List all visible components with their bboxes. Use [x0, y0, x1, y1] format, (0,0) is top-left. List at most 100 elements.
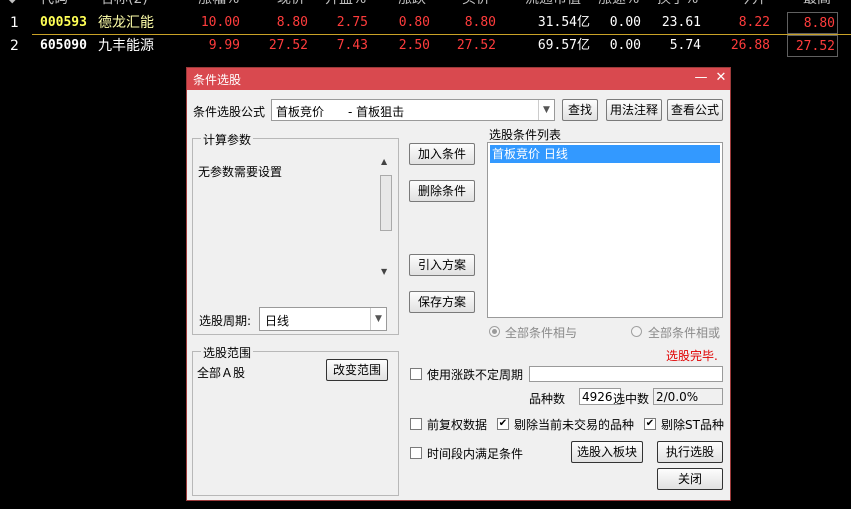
- period-value: 日线: [265, 314, 290, 328]
- high: 27.52: [787, 35, 838, 57]
- col-header-speed[interactable]: 涨速%: [598, 0, 639, 10]
- mcap: 69.57亿: [537, 38, 590, 53]
- pct-change: 10.00: [200, 15, 240, 30]
- turnover: 5.74: [669, 38, 701, 53]
- radio-and[interactable]: [489, 326, 500, 337]
- exclude-untraded-label: 剔除当前未交易的品种: [514, 418, 635, 432]
- add-condition-button[interactable]: 加入条件: [409, 143, 475, 165]
- table-row[interactable]: 2 605090 九丰能源 9.99 27.52 7.43 2.50 27.52…: [0, 35, 851, 57]
- bid: 27.52: [456, 38, 496, 53]
- exclude-untraded-checkbox[interactable]: ✔: [497, 418, 509, 430]
- formula-value: 首板竞价 - 首板狙击: [276, 105, 405, 119]
- row-index: 2: [10, 38, 19, 54]
- condition-select-dialog: 条件选股 — ✕ 条件选股公式 首板竞价 - 首板狙击 ▼ 查找 用法注释 查看…: [186, 67, 731, 501]
- var-period-input[interactable]: [529, 366, 723, 382]
- save-plan-button[interactable]: 保存方案: [409, 291, 475, 313]
- close-icon[interactable]: ✕: [713, 70, 729, 86]
- table-row[interactable]: 1 000593 德龙汇能 10.00 8.80 2.75 0.80 8.80 …: [0, 12, 851, 34]
- minimize-icon[interactable]: —: [693, 70, 709, 86]
- execute-button[interactable]: 执行选股: [657, 441, 723, 463]
- chg: 0.80: [398, 15, 430, 30]
- open-pct: 7.43: [336, 38, 368, 53]
- stock-name: 九丰能源: [98, 38, 154, 54]
- period-select[interactable]: 日线 ▼: [259, 307, 387, 331]
- col-header-name[interactable]: 名称(2): [100, 0, 148, 10]
- scroll-down-icon[interactable]: ▼: [381, 267, 387, 276]
- high: 8.80: [787, 12, 838, 34]
- sort-icon[interactable]: ◆: [8, 0, 16, 10]
- turnover: 23.61: [661, 15, 701, 30]
- col-header-dot: •: [168, 0, 176, 10]
- col-header-chg[interactable]: 涨跌: [398, 0, 426, 10]
- params-text: 无参数需要设置: [198, 165, 283, 179]
- radio-or[interactable]: [631, 326, 642, 337]
- condition-list[interactable]: 首板竞价 日线: [487, 142, 723, 318]
- col-header-open[interactable]: 今开: [738, 0, 766, 10]
- status-text: 选股完毕.: [666, 349, 718, 363]
- usage-notes-button[interactable]: 用法注释: [606, 99, 662, 121]
- find-button[interactable]: 查找: [562, 99, 598, 121]
- delete-condition-button[interactable]: 删除条件: [409, 180, 475, 202]
- range-group-title: 选股范围: [201, 344, 254, 361]
- chg: 2.50: [398, 38, 430, 53]
- pct-change: 9.99: [208, 38, 240, 53]
- dialog-titlebar[interactable]: 条件选股 — ✕: [187, 68, 730, 90]
- var-period-label: 使用涨跌不定周期: [427, 368, 524, 382]
- chevron-down-icon[interactable]: ▼: [538, 100, 554, 120]
- col-header-high[interactable]: 最高: [803, 0, 831, 10]
- range-value: 全部Ａ股: [197, 366, 246, 380]
- import-plan-button[interactable]: 引入方案: [409, 254, 475, 276]
- close-button[interactable]: 关闭: [657, 468, 723, 490]
- col-header-pct[interactable]: 涨幅%: [198, 0, 239, 10]
- selected-field: 2/0.0%: [653, 388, 723, 405]
- dialog-title: 条件选股: [193, 73, 242, 87]
- formula-label: 条件选股公式: [193, 105, 266, 119]
- col-header-open-pct[interactable]: 开盘%: [325, 0, 366, 10]
- chevron-down-icon[interactable]: ▼: [370, 308, 386, 330]
- range-group: 选股范围 全部Ａ股 改变范围: [192, 344, 399, 496]
- stock-code: 605090: [40, 38, 87, 53]
- fq-checkbox[interactable]: [410, 418, 422, 430]
- params-group: 计算参数 无参数需要设置 ▲ ▼ 选股周期: 日线 ▼: [192, 131, 399, 335]
- selected-label: 选中数: [613, 392, 650, 406]
- col-header-price[interactable]: 现价: [277, 0, 305, 10]
- time-period-label: 时间段内满足条件: [427, 447, 524, 461]
- col-header-code[interactable]: 代码: [40, 0, 68, 10]
- params-group-title: 计算参数: [201, 131, 254, 148]
- col-header-bid[interactable]: 买价: [462, 0, 490, 10]
- fq-label: 前复权数据: [427, 418, 488, 432]
- price: 8.80: [276, 15, 308, 30]
- exclude-st-checkbox[interactable]: ✔: [644, 418, 656, 430]
- speed: 0.00: [609, 38, 641, 53]
- speed: 0.00: [609, 15, 641, 30]
- var-period-checkbox[interactable]: [410, 368, 422, 380]
- stock-name: 德龙汇能: [98, 15, 154, 31]
- change-range-button[interactable]: 改变范围: [326, 359, 388, 381]
- price: 27.52: [268, 38, 308, 53]
- scroll-thumb[interactable]: [380, 175, 392, 231]
- count-value: 4926: [582, 390, 613, 404]
- mcap: 31.54亿: [537, 15, 590, 30]
- time-period-checkbox[interactable]: [410, 447, 422, 459]
- open-pct: 2.75: [336, 15, 368, 30]
- radio-and-label: 全部条件相与: [505, 326, 578, 340]
- stock-code: 000593: [40, 15, 87, 30]
- formula-select[interactable]: 首板竞价 - 首板狙击 ▼: [271, 99, 555, 121]
- scroll-up-icon[interactable]: ▲: [381, 157, 387, 166]
- col-header-turnover[interactable]: 换手%: [657, 0, 698, 10]
- today-open: 26.88: [730, 38, 770, 53]
- selected-value: 2/0.0%: [656, 390, 699, 404]
- condition-list-title: 选股条件列表: [489, 128, 562, 142]
- view-formula-button[interactable]: 查看公式: [667, 99, 723, 121]
- today-open: 8.22: [738, 15, 770, 30]
- count-label: 品种数: [529, 392, 566, 406]
- period-label: 选股周期:: [199, 314, 252, 328]
- to-block-button[interactable]: 选股入板块: [571, 441, 643, 463]
- row-index: 1: [10, 15, 19, 31]
- exclude-st-label: 剔除ST品种: [661, 418, 724, 432]
- list-item[interactable]: 首板竞价 日线: [490, 145, 720, 163]
- radio-or-label: 全部条件相或: [648, 326, 721, 340]
- col-header-mcap[interactable]: 流通市值: [525, 0, 581, 10]
- params-scrollbar[interactable]: ▲ ▼: [379, 157, 393, 279]
- bid: 8.80: [464, 15, 496, 30]
